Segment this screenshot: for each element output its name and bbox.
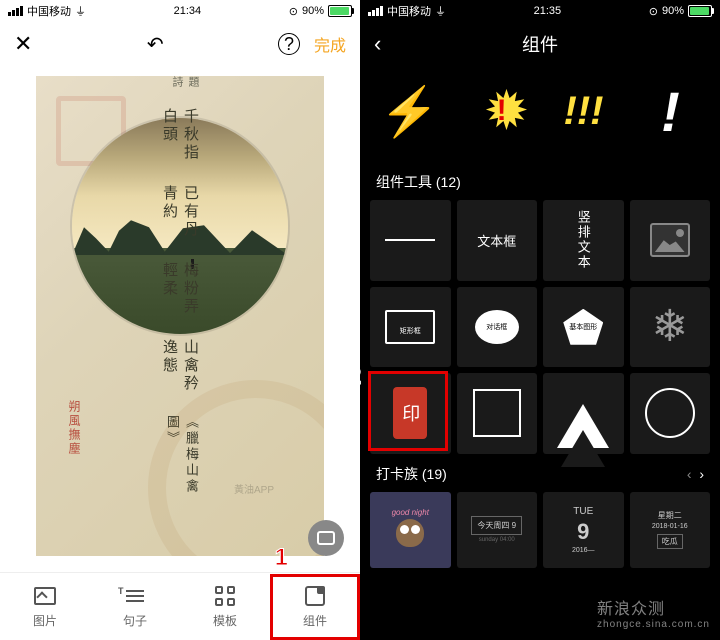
artwork[interactable]: 《臘梅山禽圖》 山禽矜逸態 梅粉弄輕柔 已有丹青約 千秋指白頭 題詩 朔風撫塵 …: [36, 76, 324, 556]
owl-icon: [396, 519, 424, 547]
undo-button[interactable]: ↶: [147, 32, 164, 57]
text-icon: [126, 590, 144, 602]
poem-text[interactable]: 《臘梅山禽圖》 山禽矜逸態 梅粉弄輕柔 已有丹青約 千秋指白頭 題詩: [159, 76, 201, 496]
tool-speech[interactable]: 对话框: [457, 287, 538, 368]
sticker-burst[interactable]: ✹!: [457, 70, 536, 152]
tab-sentence[interactable]: 句子: [90, 573, 180, 640]
tool-textbox[interactable]: 文本框: [457, 200, 538, 281]
wifi-icon: ⏚: [435, 3, 446, 19]
editor-screen: 中国移动 ⏚ 21:34 ⊙ 90% ✕ ↶ ? 完成 《臘梅山禽圖》 山禽矜逸…: [0, 0, 360, 640]
app-watermark: 黃油APP: [234, 481, 274, 496]
tool-image[interactable]: [630, 200, 711, 281]
tool-pentagon[interactable]: 基本图形: [543, 287, 624, 368]
prev-button[interactable]: ‹: [687, 466, 692, 482]
tool-stamp[interactable]: 印 2: [370, 373, 451, 454]
status-bar: 中国移动 ⏚ 21:35 ⊙ 90%: [360, 0, 720, 22]
component-icon: [305, 586, 325, 606]
page-title: 组件: [522, 31, 558, 57]
wifi-icon: ⏚: [75, 3, 86, 19]
back-button[interactable]: ‹: [374, 31, 381, 57]
help-button[interactable]: ?: [278, 33, 300, 55]
sticker-triple-excl[interactable]: !!!: [544, 70, 623, 152]
tool-snowflake[interactable]: ❄: [630, 287, 711, 368]
bottom-tabs: 图片 句子 模板 组件 1: [0, 572, 360, 640]
tool-rect-frame[interactable]: 矩形框: [370, 287, 451, 368]
components-list[interactable]: ⚡ ✹! !!! ! 组件工具 (12) 文本框 竖排文本 矩形框 对话框 基本…: [360, 66, 720, 640]
next-button[interactable]: ›: [699, 466, 704, 482]
clock-grid: good night 今天周四 9 sunday 04:00 TUE 9 201…: [360, 492, 720, 568]
status-bar: 中国移动 ⏚ 21:34 ⊙ 90%: [0, 0, 360, 22]
clock: 21:35: [534, 5, 562, 17]
watermark: 新浪众测 zhongce.sina.com.cn: [597, 595, 710, 630]
layers-button[interactable]: [308, 520, 344, 556]
carrier: 中国移动: [27, 3, 71, 19]
clock-template-3[interactable]: TUE 9 2016—: [543, 492, 624, 568]
clock-template-1[interactable]: good night: [370, 492, 451, 568]
sticker-lightning[interactable]: ⚡: [370, 70, 449, 152]
tab-image[interactable]: 图片: [0, 573, 90, 640]
tools-grid: 文本框 竖排文本 矩形框 对话框 基本图形 ❄ 印 2: [360, 200, 720, 454]
template-icon: [215, 586, 235, 606]
editor-nav: ✕ ↶ ? 完成: [0, 22, 360, 66]
image-icon: [650, 223, 690, 257]
snowflake-icon: ❄: [651, 301, 688, 352]
signal-icon: [368, 6, 383, 16]
components-screen: 中国移动 ⏚ 21:35 ⊙ 90% ‹ 组件 ⚡ ✹! !!! ! 组件工具 …: [360, 0, 720, 640]
battery-pct: 90%: [302, 5, 324, 17]
tool-vertical-text[interactable]: 竖排文本: [543, 200, 624, 281]
carrier: 中国移动: [387, 3, 431, 19]
section-tools-header: 组件工具 (12): [360, 162, 720, 200]
clock-template-2[interactable]: 今天周四 9 sunday 04:00: [457, 492, 538, 568]
tool-square[interactable]: [457, 373, 538, 454]
clock-template-4[interactable]: 星期二 2018-01-16 吃瓜: [630, 492, 711, 568]
close-button[interactable]: ✕: [14, 31, 32, 57]
battery-pct: 90%: [662, 5, 684, 17]
sticker-white-excl[interactable]: !: [631, 70, 710, 152]
tool-line[interactable]: [370, 200, 451, 281]
tool-triangle[interactable]: [543, 373, 624, 454]
done-button[interactable]: 完成: [314, 32, 346, 56]
alarm-icon: ⊙: [289, 5, 298, 18]
annotation-marker-1: 1: [275, 544, 288, 572]
canvas[interactable]: 《臘梅山禽圖》 山禽矜逸態 梅粉弄輕柔 已有丹青約 千秋指白頭 題詩 朔風撫塵 …: [0, 66, 360, 572]
seal[interactable]: 朔風撫塵: [66, 400, 83, 456]
tab-template[interactable]: 模板: [180, 573, 270, 640]
components-nav: ‹ 组件: [360, 22, 720, 66]
alarm-icon: ⊙: [649, 5, 658, 18]
section-clock-header: 打卡族 (19) ‹ ›: [360, 454, 720, 492]
signal-icon: [8, 6, 23, 16]
tab-component[interactable]: 组件: [270, 573, 360, 640]
clock: 21:34: [174, 5, 202, 17]
tool-circle[interactable]: [630, 373, 711, 454]
image-icon: [34, 587, 56, 605]
battery-icon: [328, 5, 352, 17]
annotation-marker-2: 2: [360, 363, 361, 391]
exclamation-row: ⚡ ✹! !!! !: [360, 70, 720, 162]
battery-icon: [688, 5, 712, 17]
